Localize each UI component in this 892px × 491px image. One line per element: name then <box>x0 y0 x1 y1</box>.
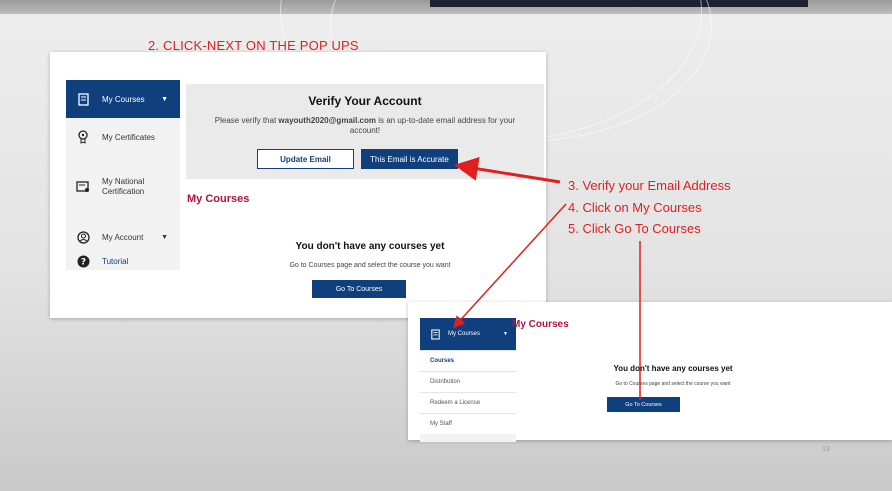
dashboard-screenshot-1: My Courses ▼ My Certificates My National… <box>50 52 546 318</box>
user-icon <box>76 230 90 244</box>
svg-text:?: ? <box>80 257 85 267</box>
book-icon <box>428 327 442 341</box>
certificate-icon <box>76 130 90 144</box>
sidebar: My Courses ▼ My Certificates My National… <box>66 80 180 270</box>
submenu-item-courses[interactable]: Courses <box>420 350 516 371</box>
help-icon: ? <box>76 254 90 268</box>
sidebar-item-tutorial[interactable]: ? Tutorial <box>66 248 180 274</box>
sidebar-item-my-courses[interactable]: My Courses ▼ <box>420 318 516 350</box>
submenu-item-my-staff[interactable]: My Staff <box>420 413 516 434</box>
go-to-courses-button[interactable]: Go To Courses <box>607 397 680 412</box>
dashboard-screenshot-2: My Courses ▼ Courses Distribution Redeem… <box>408 302 892 442</box>
empty-courses-title: You don't have any courses yet <box>295 241 445 252</box>
sidebar-item-my-certificates[interactable]: My Certificates <box>66 118 180 156</box>
verify-title: Verify Your Account <box>308 94 422 108</box>
submenu-item-redeem-license[interactable]: Redeem a License <box>420 392 516 413</box>
book-icon <box>76 92 90 106</box>
certificate-document-icon <box>76 180 90 194</box>
instruction-step-5: 5. Click Go To Courses <box>568 221 701 236</box>
empty-courses-title: You don't have any courses yet <box>613 364 733 373</box>
sidebar-item-label: Tutorial <box>102 256 129 266</box>
sidebar-item-label: My Account <box>102 232 144 242</box>
caret-down-icon: ▼ <box>503 331 508 337</box>
empty-courses-text: Go to Courses page and select the course… <box>615 381 731 387</box>
sidebar-item-label: My Courses <box>448 331 481 337</box>
verify-text: Please verify that wayouth2020@gmail.com… <box>214 116 516 135</box>
my-courses-heading: My Courses <box>512 319 569 330</box>
my-courses-heading: My Courses <box>187 193 250 205</box>
go-to-courses-button[interactable]: Go To Courses <box>312 280 406 298</box>
sidebar: My Courses ▼ Courses Distribution Redeem… <box>420 318 516 442</box>
sidebar-item-label: My Certificates <box>102 132 155 142</box>
verify-account-popup: Verify Your Account Please verify that w… <box>186 84 544 179</box>
email-address: wayouth2020@gmail.com <box>278 116 376 125</box>
update-email-button[interactable]: Update Email <box>257 149 354 169</box>
submenu-item-distribution[interactable]: Distribution <box>420 371 516 392</box>
page-number: 13 <box>822 446 830 453</box>
instruction-step-3: 3. Verify your Email Address <box>568 178 731 193</box>
sidebar-item-my-national-certification[interactable]: My National Certification <box>66 156 180 218</box>
instruction-step-4: 4. Click on My Courses <box>568 200 702 215</box>
sidebar-item-label: My Courses <box>102 94 145 104</box>
caret-down-icon: ▼ <box>161 95 168 103</box>
empty-courses-text: Go to Courses page and select the course… <box>289 262 451 269</box>
sidebar-item-label: My National Certification <box>102 177 145 196</box>
sidebar-item-my-courses[interactable]: My Courses ▼ <box>66 80 180 118</box>
caret-down-icon: ▼ <box>161 233 168 241</box>
step-2-title: 2. CLICK-NEXT ON THE POP UPS <box>148 38 359 53</box>
email-accurate-button[interactable]: This Email is Accurate <box>361 149 458 169</box>
